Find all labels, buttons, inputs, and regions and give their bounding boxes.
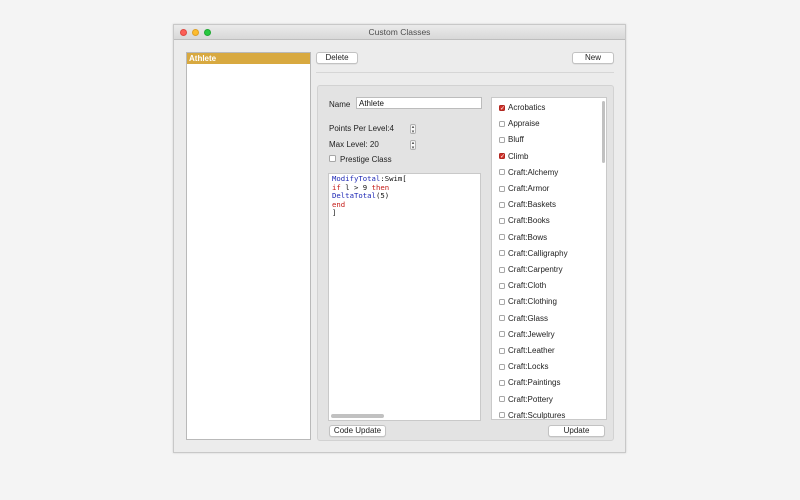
skill-label: Craft:Baskets (508, 200, 557, 210)
skill-checkbox[interactable] (499, 136, 505, 143)
skill-label: Craft:Bows (508, 232, 548, 242)
skill-label: Craft:Sculptures (508, 410, 566, 420)
name-label: Name (329, 100, 351, 109)
vertical-scrollbar[interactable] (602, 101, 605, 163)
skill-label: Craft:Jewelry (508, 329, 555, 339)
new-button[interactable]: New (572, 52, 614, 64)
skill-checkbox[interactable] (499, 104, 505, 114)
skill-checkbox[interactable] (499, 169, 505, 176)
class-list-item[interactable]: Athlete (187, 53, 310, 64)
delete-button[interactable]: Delete (316, 52, 358, 64)
class-list[interactable]: Athlete (186, 52, 311, 440)
skill-label: Craft:Books (508, 216, 550, 226)
skill-label: Craft:Paintings (508, 378, 561, 388)
toolbar-separator (316, 72, 614, 73)
skill-checkbox[interactable] (499, 120, 505, 127)
skill-checkbox[interactable] (499, 152, 505, 162)
skill-checkbox[interactable] (499, 234, 505, 241)
skill-checkbox[interactable] (499, 201, 505, 208)
skill-checkbox[interactable] (499, 250, 505, 257)
code-line: end (332, 200, 407, 210)
code-token: ] (332, 208, 337, 218)
code-update-button[interactable]: Code Update (329, 425, 386, 437)
custom-classes-window: Custom Classes Athlete Delete New Name P… (173, 24, 626, 453)
horizontal-scrollbar[interactable] (331, 414, 384, 418)
skill-label: Craft:Glass (508, 313, 549, 323)
chevron-down-icon[interactable]: ▾ (411, 130, 415, 135)
max-level-stepper[interactable]: ▴ ▾ (410, 140, 416, 151)
skill-label: Craft:Alchemy (508, 167, 559, 177)
skill-label: Craft:Carpentry (508, 265, 563, 274)
skill-checkbox[interactable] (499, 347, 505, 354)
skill-checkbox[interactable] (499, 298, 505, 305)
skill-checkbox[interactable] (499, 363, 505, 370)
skill-checkbox[interactable] (499, 315, 505, 322)
window-title: Custom Classes (368, 27, 431, 37)
points-per-level-stepper[interactable]: ▴ ▾ (410, 124, 416, 135)
skill-checkbox[interactable] (499, 396, 505, 403)
prestige-class-label: Prestige Class (340, 155, 392, 164)
skill-label: Appraise (508, 119, 540, 129)
skill-label: Craft:Cloth (508, 281, 547, 291)
skill-label: Craft:Clothing (508, 297, 557, 307)
name-input[interactable] (356, 97, 482, 109)
skill-label: Craft:Calligraphy (508, 248, 568, 258)
code-line: ] (332, 209, 407, 218)
skill-checkbox[interactable] (499, 266, 505, 273)
title-bar[interactable]: Custom Classes (174, 25, 625, 40)
skill-checkbox[interactable] (499, 331, 505, 338)
points-per-level-label: Points Per Level:4 (329, 124, 394, 133)
skill-label: Acrobatics (508, 103, 546, 112)
skill-label: Climb (508, 151, 529, 161)
skills-list[interactable]: Acrobatics Appraise Bluff Climb Craft:Alchem… (491, 97, 607, 420)
skill-label: Craft:Pottery (508, 394, 553, 404)
code-text[interactable]: ModifyTotal:Swim[if l > 9 then DeltaTotal… (332, 174, 407, 218)
skill-checkbox[interactable] (499, 412, 505, 419)
skill-checkbox[interactable] (499, 217, 505, 224)
code-editor[interactable]: ModifyTotal:Swim[if l > 9 then DeltaTotal… (328, 173, 481, 421)
max-level-label: Max Level: 20 (329, 140, 379, 149)
update-button[interactable]: Update (548, 425, 605, 437)
skill-checkbox[interactable] (499, 379, 505, 386)
prestige-class-checkbox[interactable] (329, 155, 336, 162)
skill-label: Craft:Locks (508, 362, 549, 372)
code-token: (5) (375, 191, 390, 201)
skill-label: Craft:Leather (508, 346, 555, 355)
skill-label: Craft:Armor (508, 184, 550, 193)
skill-label: Bluff (508, 135, 524, 145)
chevron-down-icon[interactable]: ▾ (411, 146, 415, 151)
skill-checkbox[interactable] (499, 185, 505, 192)
skill-checkbox[interactable] (499, 282, 505, 289)
